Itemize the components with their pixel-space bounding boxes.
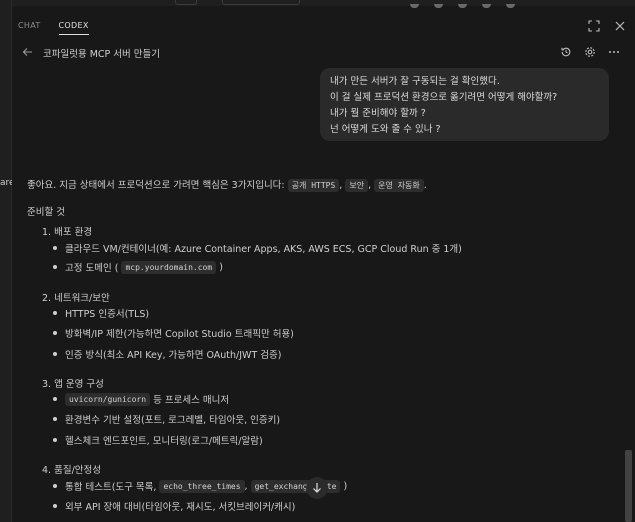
separator: , xyxy=(339,180,343,191)
list-item-text: 환경변수 기반 설정(포트, 로그레벨, 타임아웃, 인증키) xyxy=(65,415,281,426)
tab-codex[interactable]: CODEX xyxy=(58,21,89,35)
list-item: HTTPS 인증서(TLS) xyxy=(53,306,149,320)
list-item-text: HTTPS 인증서(TLS) xyxy=(65,309,150,320)
inline-code: echo_three_times xyxy=(159,479,245,493)
list-item: 고정 도메인 ( mcp.yourdomain.com ) xyxy=(53,260,223,274)
arrow-down-icon xyxy=(312,483,322,498)
list-item: 외부 API 장애 대비(타임아웃, 재시도, 서킷브레이커/캐시) xyxy=(53,499,295,513)
section-title: 4. 품질/안정성 xyxy=(42,465,101,476)
panel-tabs: CHAT CODEX xyxy=(18,21,89,35)
user-message-line: 넌 어떻게 도와 줄 수 있나 ? xyxy=(330,124,441,135)
toolbar-field-fragment[interactable] xyxy=(222,0,300,5)
ellipsis-icon[interactable] xyxy=(607,46,621,60)
bullet-icon xyxy=(53,504,57,508)
list-item: 인증 방식(최소 API Key, 가능하면 OAuth/JWT 검증) xyxy=(53,347,281,361)
list-item-text: 클라우드 VM/컨테이너(예: Azure Container Apps, AK… xyxy=(65,244,462,255)
user-message-line: 내가 만든 서버가 잘 구동되는 걸 확인했다. xyxy=(330,76,500,87)
bullet-icon xyxy=(53,397,57,401)
section-title: 2. 네트워크/보안 xyxy=(42,293,110,304)
close-icon[interactable] xyxy=(613,20,627,34)
list-item: 클라우드 VM/컨테이너(예: Azure Container Apps, AK… xyxy=(53,241,462,255)
list-item-text: 통합 테스트(도구 목록, xyxy=(65,482,157,493)
list-item-text: 고정 도메인 ( xyxy=(65,263,119,274)
user-message-line: 이 걸 실제 프로덕션 환경으로 옮기려면 어떻게 해야할까? xyxy=(330,92,558,103)
conversation-title: 코파일럿용 MCP 서버 만들기 xyxy=(43,49,161,60)
inline-code: 운영 자동화 xyxy=(374,179,424,192)
bullet-icon xyxy=(53,352,57,356)
inline-code: uvicorn/gunicorn xyxy=(65,392,151,406)
list-item: 통합 테스트(도구 목록, echo_three_times, get_exch… xyxy=(53,479,347,493)
list-item: 환경변수 기반 설정(포트, 로그레벨, 타임아웃, 인증키) xyxy=(53,412,280,426)
list-item-text: 인증 방식(최소 API Key, 가능하면 OAuth/JWT 검증) xyxy=(65,350,282,361)
list-item-text: 방화벽/IP 제한(가능하면 Copilot Studio 트래픽만 허용) xyxy=(65,329,294,340)
top-toolbar-strip xyxy=(0,0,635,8)
bullet-icon xyxy=(53,265,57,269)
list-item: uvicorn/gunicorn 등 프로세스 매니저 xyxy=(53,392,229,406)
list-item: 헬스체크 엔드포인트, 모니터링(로그/메트릭/알람) xyxy=(53,433,263,447)
history-icon[interactable] xyxy=(559,46,573,60)
inline-code: 공개 HTTPS xyxy=(287,179,340,192)
conversation-actions xyxy=(559,46,621,60)
inline-code: 보안 xyxy=(345,179,369,192)
arrow-left-icon[interactable] xyxy=(22,46,33,60)
list-item-text: 등 프로세스 매니저 xyxy=(153,395,230,406)
tab-chat[interactable]: CHAT xyxy=(18,21,41,35)
editor-edge-text: are xyxy=(0,178,12,188)
toolbar-button-fragment[interactable] xyxy=(175,0,197,5)
bullet-icon xyxy=(53,438,57,442)
prep-heading: 준비할 것 xyxy=(27,207,65,218)
user-message-line: 내가 뭘 준비해야 할까 ? xyxy=(330,108,426,119)
scrollbar-thumb[interactable] xyxy=(625,450,632,522)
panel-window-controls xyxy=(587,20,627,34)
bullet-icon xyxy=(53,484,57,488)
maximize-icon[interactable] xyxy=(587,20,601,34)
period: . xyxy=(423,180,427,191)
scroll-down-button[interactable] xyxy=(306,477,328,499)
editor-edge: are xyxy=(0,0,12,522)
answer-intro-line: 좋아요. 지금 상태에서 프로덕션으로 가려면 핵심은 3가지입니다: 공개 H… xyxy=(27,179,617,193)
bullet-icon xyxy=(53,311,57,315)
list-item-text: ) xyxy=(343,480,348,492)
separator: , xyxy=(368,180,372,191)
assistant-answer-intro: 좋아요. 지금 상태에서 프로덕션으로 가려면 핵심은 3가지입니다: 공개 H… xyxy=(27,179,617,193)
bullet-icon xyxy=(53,331,57,335)
list-item: 방화벽/IP 제한(가능하면 Copilot Studio 트래픽만 허용) xyxy=(53,326,294,340)
section-title: 1. 배포 환경 xyxy=(42,227,93,238)
separator: , xyxy=(244,480,248,492)
inline-code: mcp.yourdomain.com xyxy=(121,260,217,274)
section-title: 3. 앱 운영 구성 xyxy=(42,379,104,390)
list-item-text: ) xyxy=(219,261,223,273)
toolbar-icons-fragment xyxy=(410,0,530,8)
list-item-text: 헬스체크 엔드포인트, 모니터링(로그/메트릭/알람) xyxy=(65,436,263,447)
conversation-header: 코파일럿용 MCP 서버 만들기 xyxy=(22,45,160,61)
answer-intro-text: 좋아요. 지금 상태에서 프로덕션으로 가려면 핵심은 3가지입니다: xyxy=(27,180,285,191)
gear-icon[interactable] xyxy=(583,46,597,60)
bullet-icon xyxy=(53,417,57,421)
list-item-text: 외부 API 장애 대비(타임아웃, 재시도, 서킷브레이커/캐시) xyxy=(65,502,296,513)
bullet-icon xyxy=(53,246,57,250)
user-message-bubble: 내가 만든 서버가 잘 구동되는 걸 확인했다. 이 걸 실제 프로덕션 환경으… xyxy=(320,68,609,141)
